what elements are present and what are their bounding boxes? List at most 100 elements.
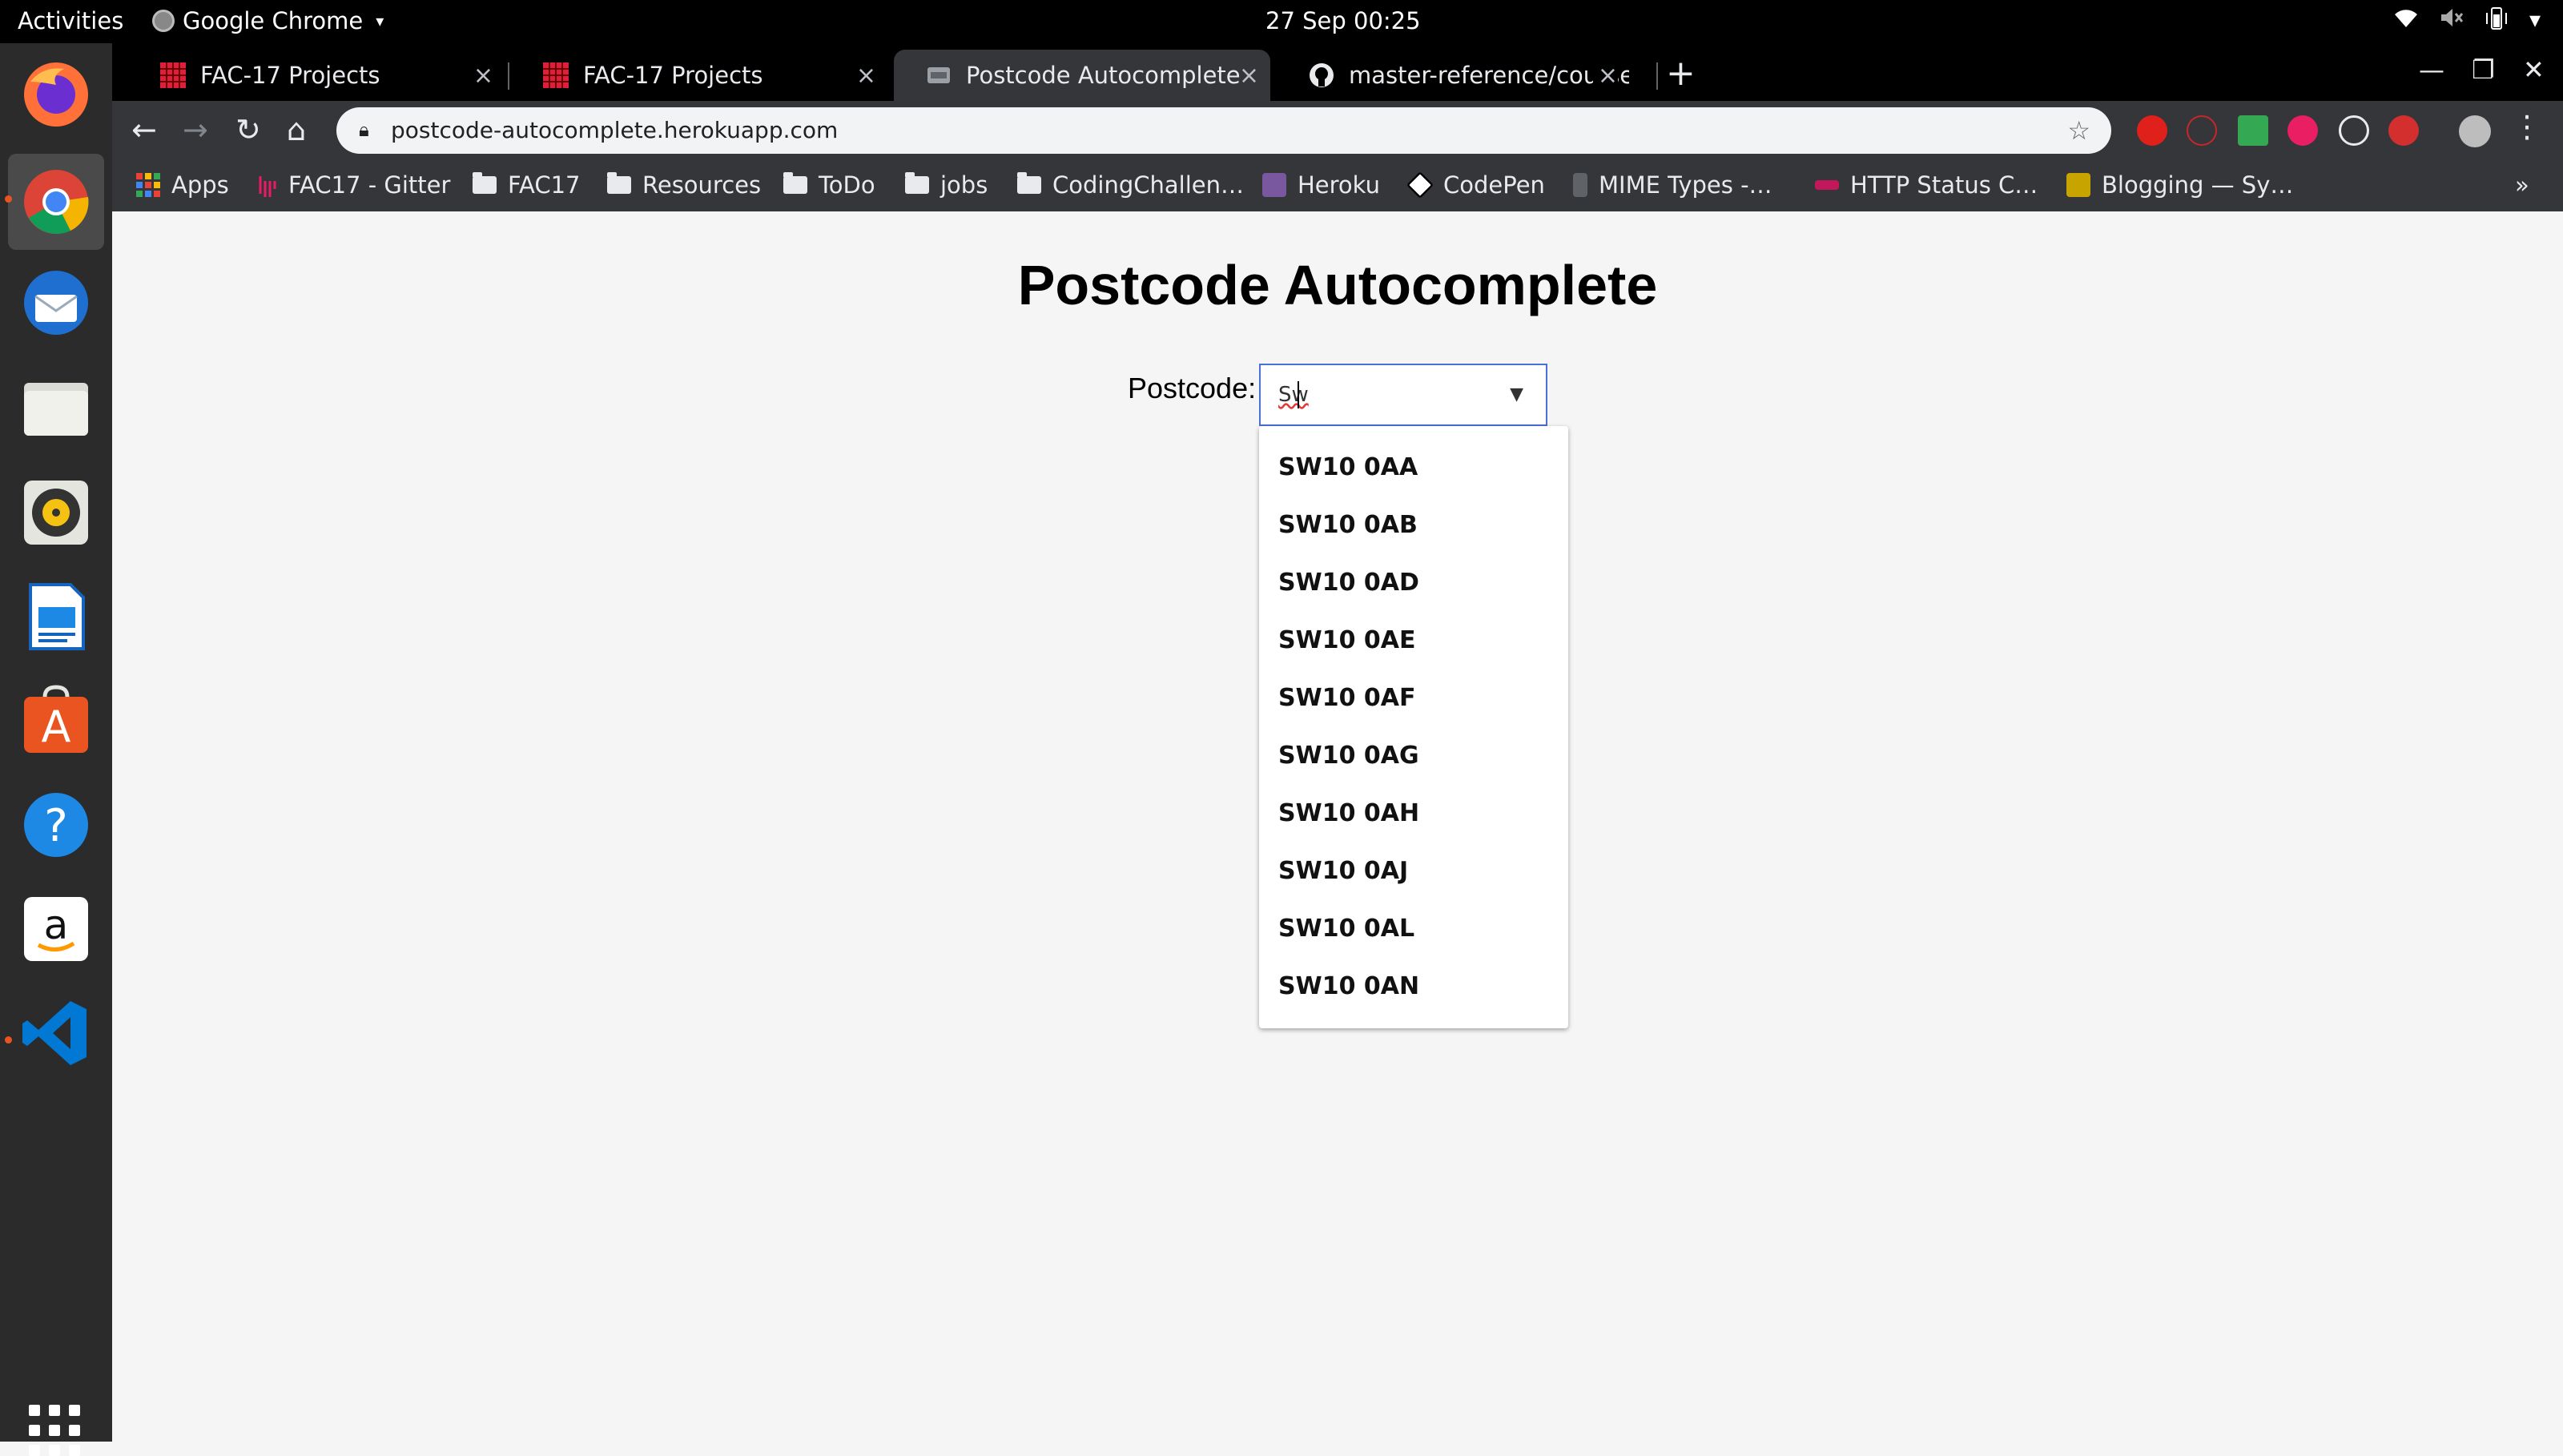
dock: A ? a: [0, 43, 112, 1456]
bookmark-codepen[interactable]: CodePen: [1406, 171, 1545, 199]
heroku-icon: [1262, 173, 1286, 197]
tab-title: FAC-17 Projects: [583, 62, 763, 89]
firefox-icon: [24, 62, 88, 127]
bookmark-heroku[interactable]: Heroku: [1262, 171, 1380, 199]
extension-json-icon[interactable]: [2187, 115, 2217, 146]
folder-icon: [783, 172, 807, 194]
suggestion-option[interactable]: SW10 0AE: [1278, 626, 1415, 654]
suggestion-option[interactable]: SW10 0AJ: [1278, 857, 1408, 885]
bookmark-label: FAC17 - Gitter: [288, 171, 451, 199]
browser-window: FAC-17 Projects × FAC-17 Projects × Post…: [112, 43, 2563, 211]
bookmark-apps[interactable]: Apps: [136, 171, 229, 199]
heroku-page-favicon-icon: [927, 67, 950, 83]
bookmark-label: Blogging — Sy…: [2102, 171, 2294, 199]
new-tab-button[interactable]: +: [1666, 53, 1696, 94]
bookmark-resources-folder[interactable]: Resources: [607, 171, 761, 199]
help-launcher[interactable]: ?: [19, 788, 93, 862]
suggestion-option[interactable]: SW10 0AG: [1278, 742, 1419, 770]
bookmark-blogging[interactable]: Blogging — Sy…: [2066, 171, 2293, 199]
folder-icon: [905, 172, 929, 194]
blog-icon: [2066, 173, 2090, 197]
back-button[interactable]: ←: [131, 112, 157, 147]
amazon-launcher[interactable]: a: [19, 892, 93, 966]
suggestion-option[interactable]: SW10 0AB: [1278, 511, 1418, 539]
svg-text:a: a: [44, 902, 69, 948]
folder-icon: [473, 172, 497, 194]
http-icon: [1815, 180, 1839, 190]
suggestion-option[interactable]: SW10 0AL: [1278, 915, 1414, 943]
page-title: Postcode Autocomplete: [1017, 254, 1658, 316]
postcode-input[interactable]: Sw ▼: [1259, 364, 1547, 426]
tab-fac17-projects-1[interactable]: FAC-17 Projects ×: [128, 50, 505, 101]
show-applications-button[interactable]: [29, 1405, 80, 1456]
more-bookmarks-button[interactable]: »: [2515, 171, 2529, 199]
reload-button[interactable]: ↻: [235, 112, 261, 147]
chrome-launcher[interactable]: [8, 154, 104, 250]
activities-button[interactable]: Activities: [18, 7, 123, 34]
bookmark-label: FAC17: [508, 171, 581, 199]
bookmark-jobs-folder[interactable]: jobs: [905, 171, 988, 199]
bookmark-label: HTTP Status C…: [1850, 171, 2038, 199]
bookmark-http-status[interactable]: HTTP Status C…: [1815, 171, 2038, 199]
app-menu[interactable]: Google Chrome ▾: [152, 7, 384, 34]
bookmark-label: Heroku: [1298, 171, 1380, 199]
tab-title: master-reference/courset: [1349, 62, 1629, 89]
bookmark-label: CodePen: [1443, 171, 1545, 199]
browser-toolbar: ← → ↻ ⌂ 🔒︎ postcode-autocomplete.herokua…: [112, 101, 2563, 160]
suggestion-option[interactable]: SW10 0AD: [1278, 569, 1419, 597]
suggestion-option[interactable]: SW10 0AA: [1278, 453, 1418, 481]
bookmark-todo-folder[interactable]: ToDo: [783, 171, 875, 199]
tab-postcode-autocomplete[interactable]: Postcode Autocomplete ×: [894, 50, 1270, 101]
suggestion-option[interactable]: SW10 0AF: [1278, 684, 1415, 712]
bookmark-fac17-folder[interactable]: FAC17: [473, 171, 581, 199]
close-tab-icon[interactable]: ×: [473, 62, 493, 90]
bookmark-mime-types[interactable]: MIME Types -…: [1573, 171, 1772, 199]
maximize-icon[interactable]: ❐: [2472, 54, 2495, 85]
clock[interactable]: 27 Sep 00:25: [1265, 7, 1421, 34]
software-launcher[interactable]: A: [19, 684, 93, 758]
bookmark-star-icon[interactable]: ☆: [2067, 115, 2090, 146]
tab-title: FAC-17 Projects: [200, 62, 380, 89]
react-devtools-icon[interactable]: [2339, 115, 2369, 146]
close-tab-icon[interactable]: ×: [1239, 62, 1259, 90]
browser-menu-icon[interactable]: ⋮: [2512, 109, 2542, 144]
rhythmbox-icon: [24, 481, 88, 545]
suggestion-option[interactable]: SW10 0AH: [1278, 799, 1419, 827]
bookmark-coding-challenges-folder[interactable]: CodingChallen…: [1017, 171, 1244, 199]
minimize-icon[interactable]: —: [2419, 54, 2444, 85]
extension-record-icon[interactable]: [2287, 115, 2318, 146]
tab-master-reference[interactable]: master-reference/courset ×: [1277, 50, 1629, 101]
system-tray[interactable]: ▾: [2393, 6, 2541, 36]
bookmark-label: jobs: [940, 171, 988, 199]
dropdown-arrow-icon[interactable]: ▼: [1510, 384, 1523, 404]
github-favicon-icon: [1310, 63, 1334, 87]
adblock-plus-icon[interactable]: [2388, 115, 2419, 146]
suggestion-option[interactable]: SW10 0AN: [1278, 972, 1419, 1000]
svg-text:?: ?: [44, 800, 68, 852]
profile-avatar[interactable]: [2459, 115, 2491, 147]
ubuntu-software-icon: A: [24, 685, 88, 753]
tab-fac17-projects-2[interactable]: FAC-17 Projects ×: [511, 50, 887, 101]
bookmark-label: CodingChallen…: [1052, 171, 1244, 199]
postcode-suggestions-list: SW10 0AA SW10 0AB SW10 0AD SW10 0AE SW10…: [1259, 426, 1568, 1028]
firefox-launcher[interactable]: [19, 58, 93, 131]
bookmark-fac17-gitter[interactable]: FAC17 - Gitter: [258, 171, 450, 199]
volume-muted-icon: [2440, 6, 2464, 36]
chrome-app-icon: [152, 10, 175, 32]
writer-launcher[interactable]: [19, 580, 93, 654]
thunderbird-launcher[interactable]: [19, 266, 93, 340]
close-tab-icon[interactable]: ×: [1592, 61, 1618, 90]
tab-separator: [508, 62, 509, 90]
rhythmbox-launcher[interactable]: [19, 476, 93, 549]
extension-stop-icon[interactable]: [2137, 115, 2167, 146]
extension-sheet-icon[interactable]: [2238, 115, 2268, 146]
address-bar[interactable]: 🔒︎ postcode-autocomplete.herokuapp.com ☆: [336, 107, 2111, 154]
vscode-launcher[interactable]: [19, 996, 93, 1070]
close-window-icon[interactable]: ✕: [2523, 54, 2545, 85]
close-tab-icon[interactable]: ×: [856, 62, 876, 90]
files-launcher[interactable]: [19, 372, 93, 445]
forward-button[interactable]: →: [183, 112, 208, 147]
mdn-icon: [1573, 173, 1587, 197]
home-button[interactable]: ⌂: [287, 112, 306, 147]
lock-icon: 🔒︎: [359, 119, 369, 141]
